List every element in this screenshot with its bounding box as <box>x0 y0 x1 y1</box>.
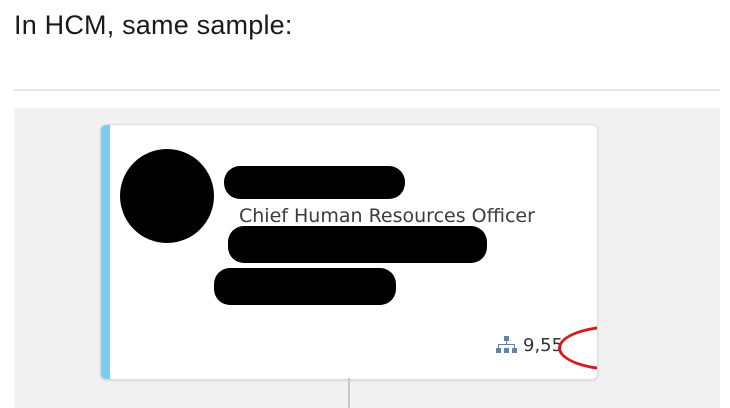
job-title: Chief Human Resources Officer <box>239 205 535 227</box>
redacted-name <box>224 166 405 199</box>
redacted-info-secondary <box>214 268 396 305</box>
intro-text: In HCM, same sample: <box>14 10 293 40</box>
org-chart-canvas[interactable]: Chief Human Resources Officer 9,55 <box>14 108 720 408</box>
reports-count: 9,55 <box>523 335 564 356</box>
redacted-info <box>228 226 487 263</box>
divider <box>14 89 720 91</box>
reports-indicator[interactable]: 9,55 <box>496 335 563 356</box>
connector-line <box>348 378 350 408</box>
avatar[interactable] <box>120 149 214 243</box>
highlight-circle <box>558 325 597 371</box>
card-accent-bar <box>101 125 110 379</box>
org-chart-icon <box>496 336 517 353</box>
org-card[interactable]: Chief Human Resources Officer 9,55 <box>100 124 598 380</box>
